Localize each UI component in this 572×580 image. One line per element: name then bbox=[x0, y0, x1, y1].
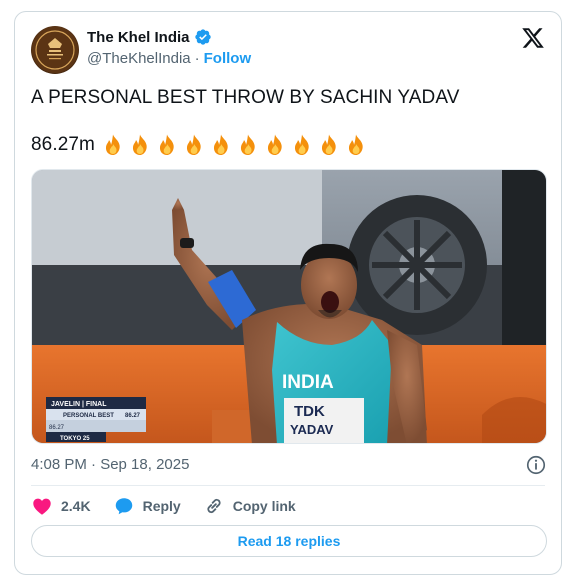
tweet-media-image[interactable]: INDIA TDK YADAV JAVELIN | FINAL PERSONAL… bbox=[31, 169, 547, 444]
x-logo-icon[interactable] bbox=[521, 26, 545, 50]
heart-icon bbox=[33, 498, 51, 515]
author-handle[interactable]: @TheKhelIndia bbox=[87, 50, 191, 67]
fire-icon bbox=[213, 134, 228, 155]
reply-bubble-icon bbox=[115, 498, 132, 515]
read-replies-button[interactable]: Read 18 replies bbox=[31, 525, 547, 557]
fire-icon bbox=[159, 134, 174, 155]
author-name-row: The Khel India bbox=[87, 27, 212, 47]
graphic-event: JAVELIN | FINAL bbox=[51, 401, 107, 408]
copy-link-label: Copy link bbox=[232, 498, 296, 514]
tweet-text-line1: A PERSONAL BEST THROW BY SACHIN YADAV bbox=[31, 87, 460, 108]
jersey-text: INDIA bbox=[282, 372, 334, 393]
fire-icon bbox=[267, 134, 282, 155]
author-display-name[interactable]: The Khel India bbox=[87, 29, 190, 46]
fire-icon bbox=[240, 134, 255, 155]
fire-icon bbox=[348, 134, 363, 155]
tweet-card: The Khel India @TheKhelIndia · Follow A … bbox=[14, 11, 562, 575]
reply-button[interactable]: Reply bbox=[113, 495, 181, 517]
action-bar: 2.4K Reply Copy link bbox=[31, 494, 318, 518]
graphic-label: PERSONAL BEST bbox=[63, 413, 114, 419]
link-icon bbox=[207, 498, 221, 514]
bib-sponsor: TDK bbox=[294, 403, 325, 420]
fire-icon bbox=[105, 134, 120, 155]
fire-icon bbox=[294, 134, 309, 155]
tweet-text-line2: 86.27m bbox=[31, 133, 368, 157]
author-handle-row: @TheKhelIndia · Follow bbox=[87, 50, 251, 67]
graphic-mark: 86.27 bbox=[49, 425, 65, 431]
fire-icon bbox=[186, 134, 201, 155]
post-timestamp[interactable]: 4:08 PM · Sep 18, 2025 bbox=[31, 456, 189, 473]
graphic-footer: TOKYO 25 bbox=[60, 436, 90, 442]
like-count: 2.4K bbox=[61, 498, 91, 514]
copy-link-button[interactable]: Copy link bbox=[203, 495, 296, 517]
like-button[interactable]: 2.4K bbox=[31, 495, 91, 517]
fire-icon bbox=[132, 134, 147, 155]
reply-label: Reply bbox=[142, 498, 181, 514]
separator-dot: · bbox=[194, 50, 200, 67]
author-avatar[interactable] bbox=[31, 26, 79, 74]
graphic-value: 86.27 bbox=[125, 413, 141, 419]
throw-distance: 86.27m bbox=[31, 134, 95, 155]
bib-name: YADAV bbox=[290, 422, 334, 437]
info-icon[interactable] bbox=[525, 454, 547, 476]
divider bbox=[31, 485, 545, 486]
follow-button[interactable]: Follow bbox=[204, 50, 252, 67]
fire-emoji-row bbox=[101, 133, 368, 157]
verified-badge-icon bbox=[194, 29, 211, 45]
fire-icon bbox=[321, 134, 336, 155]
